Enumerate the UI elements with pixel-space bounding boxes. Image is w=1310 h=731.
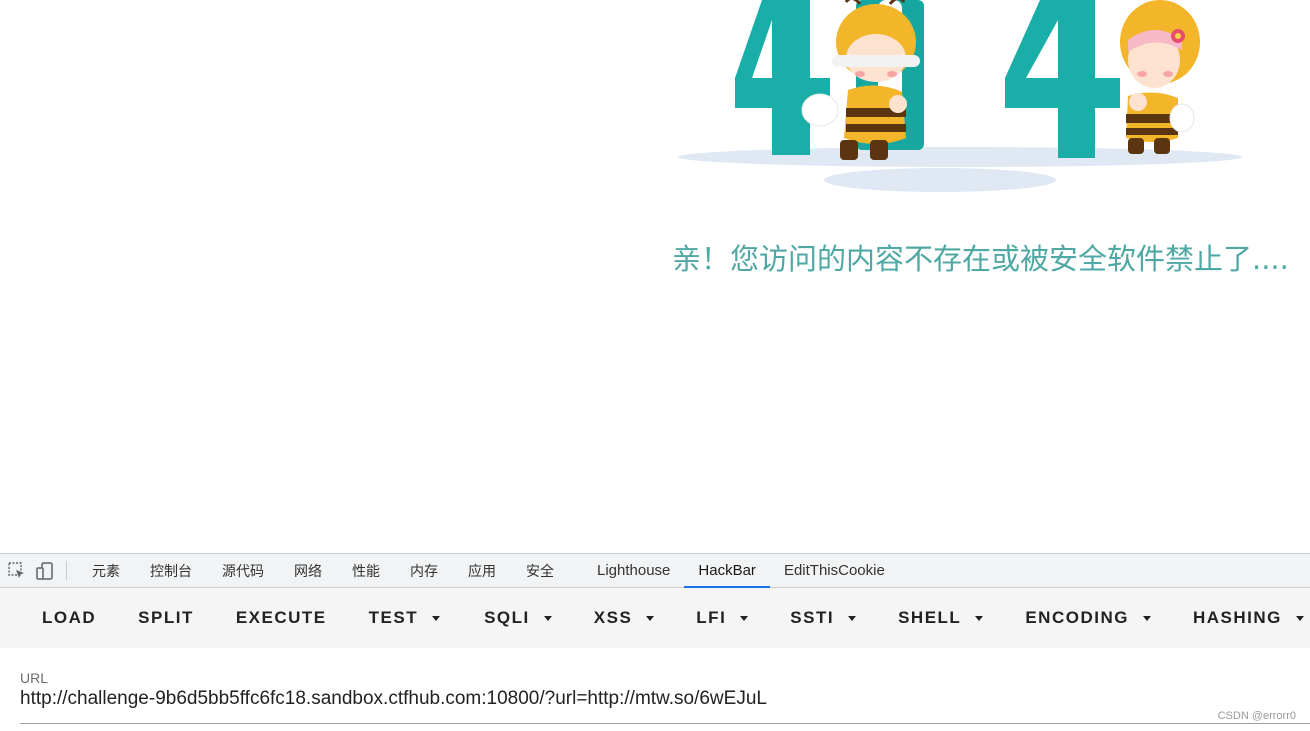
test-button-label: TEST	[368, 608, 419, 627]
caret-down-icon	[432, 615, 441, 621]
csdn-watermark: CSDN @errorr0	[1217, 710, 1296, 722]
tab-application[interactable]: 应用	[453, 554, 511, 587]
url-field-container: URL http://challenge-9b6d5bb5ffc6fc18.sa…	[0, 648, 1310, 731]
test-menu-button[interactable]: TEST	[348, 588, 461, 648]
hackbar-toolbar: LOAD SPLIT EXECUTE TEST SQLI XSS LFI SST…	[0, 588, 1310, 648]
execute-button[interactable]: EXECUTE	[215, 588, 348, 648]
lfi-menu-button[interactable]: LFI	[675, 588, 769, 648]
encoding-button-label: ENCODING	[1025, 608, 1129, 627]
load-button[interactable]: LOAD	[21, 588, 117, 648]
tab-hackbar[interactable]: HackBar	[684, 554, 770, 588]
encoding-menu-button[interactable]: ENCODING	[1004, 588, 1172, 648]
tab-gap	[569, 554, 583, 587]
inspect-cursor-icon	[8, 561, 24, 578]
ssti-menu-button[interactable]: SSTI	[769, 588, 877, 648]
tab-security[interactable]: 安全	[511, 554, 569, 587]
not-found-message: 亲！您访问的内容不存在或被安全软件禁止了....	[672, 242, 1289, 276]
tab-lighthouse[interactable]: Lighthouse	[583, 554, 684, 587]
404-illustration	[670, 0, 1250, 200]
load-button-label: LOAD	[42, 608, 97, 627]
toolbar-divider	[66, 561, 67, 580]
tab-console[interactable]: 控制台	[135, 554, 207, 587]
right-bee-icon	[1120, 0, 1200, 154]
caret-down-icon	[646, 615, 655, 621]
ssti-button-label: SSTI	[790, 608, 835, 627]
xss-menu-button[interactable]: XSS	[573, 588, 676, 648]
execute-button-label: EXECUTE	[235, 608, 327, 627]
bees-404-image	[678, 0, 1242, 192]
sqli-button-label: SQLI	[484, 608, 530, 627]
device-mobile-icon	[36, 561, 53, 580]
hashing-menu-button[interactable]: HASHING	[1172, 588, 1310, 648]
tab-sources[interactable]: 源代码	[207, 554, 279, 587]
split-button[interactable]: SPLIT	[117, 588, 215, 648]
tab-editthiscookie[interactable]: EditThisCookie	[770, 554, 899, 587]
url-input-underline	[20, 723, 1310, 724]
url-label: URL	[20, 670, 49, 686]
caret-down-icon	[1142, 615, 1151, 621]
browser-page: 亲！您访问的内容不存在或被安全软件禁止了.... 元素 控制台 源代码 网络 性…	[0, 0, 1310, 731]
tab-memory[interactable]: 内存	[395, 554, 453, 587]
sqli-menu-button[interactable]: SQLI	[463, 588, 573, 648]
url-input[interactable]: http://challenge-9b6d5bb5ffc6fc18.sandbo…	[20, 688, 767, 710]
shell-button-label: SHELL	[898, 608, 962, 627]
caret-down-icon	[740, 615, 749, 621]
devtools-tab-strip: 元素 控制台 源代码 网络 性能 内存 应用 安全 Lighthouse Hac…	[0, 553, 1310, 588]
caret-down-icon	[975, 615, 984, 621]
hashing-button-label: HASHING	[1192, 608, 1282, 627]
lfi-button-label: LFI	[696, 608, 727, 627]
tab-elements[interactable]: 元素	[77, 554, 135, 587]
caret-down-icon	[848, 615, 857, 621]
tab-performance[interactable]: 性能	[337, 554, 395, 587]
xss-button-label: XSS	[593, 608, 633, 627]
shell-menu-button[interactable]: SHELL	[877, 588, 1004, 648]
caret-down-icon	[1295, 615, 1304, 621]
tab-network[interactable]: 网络	[279, 554, 337, 587]
device-toolbar-icon[interactable]	[28, 554, 62, 587]
caret-down-icon	[543, 615, 552, 621]
split-button-label: SPLIT	[138, 608, 194, 627]
